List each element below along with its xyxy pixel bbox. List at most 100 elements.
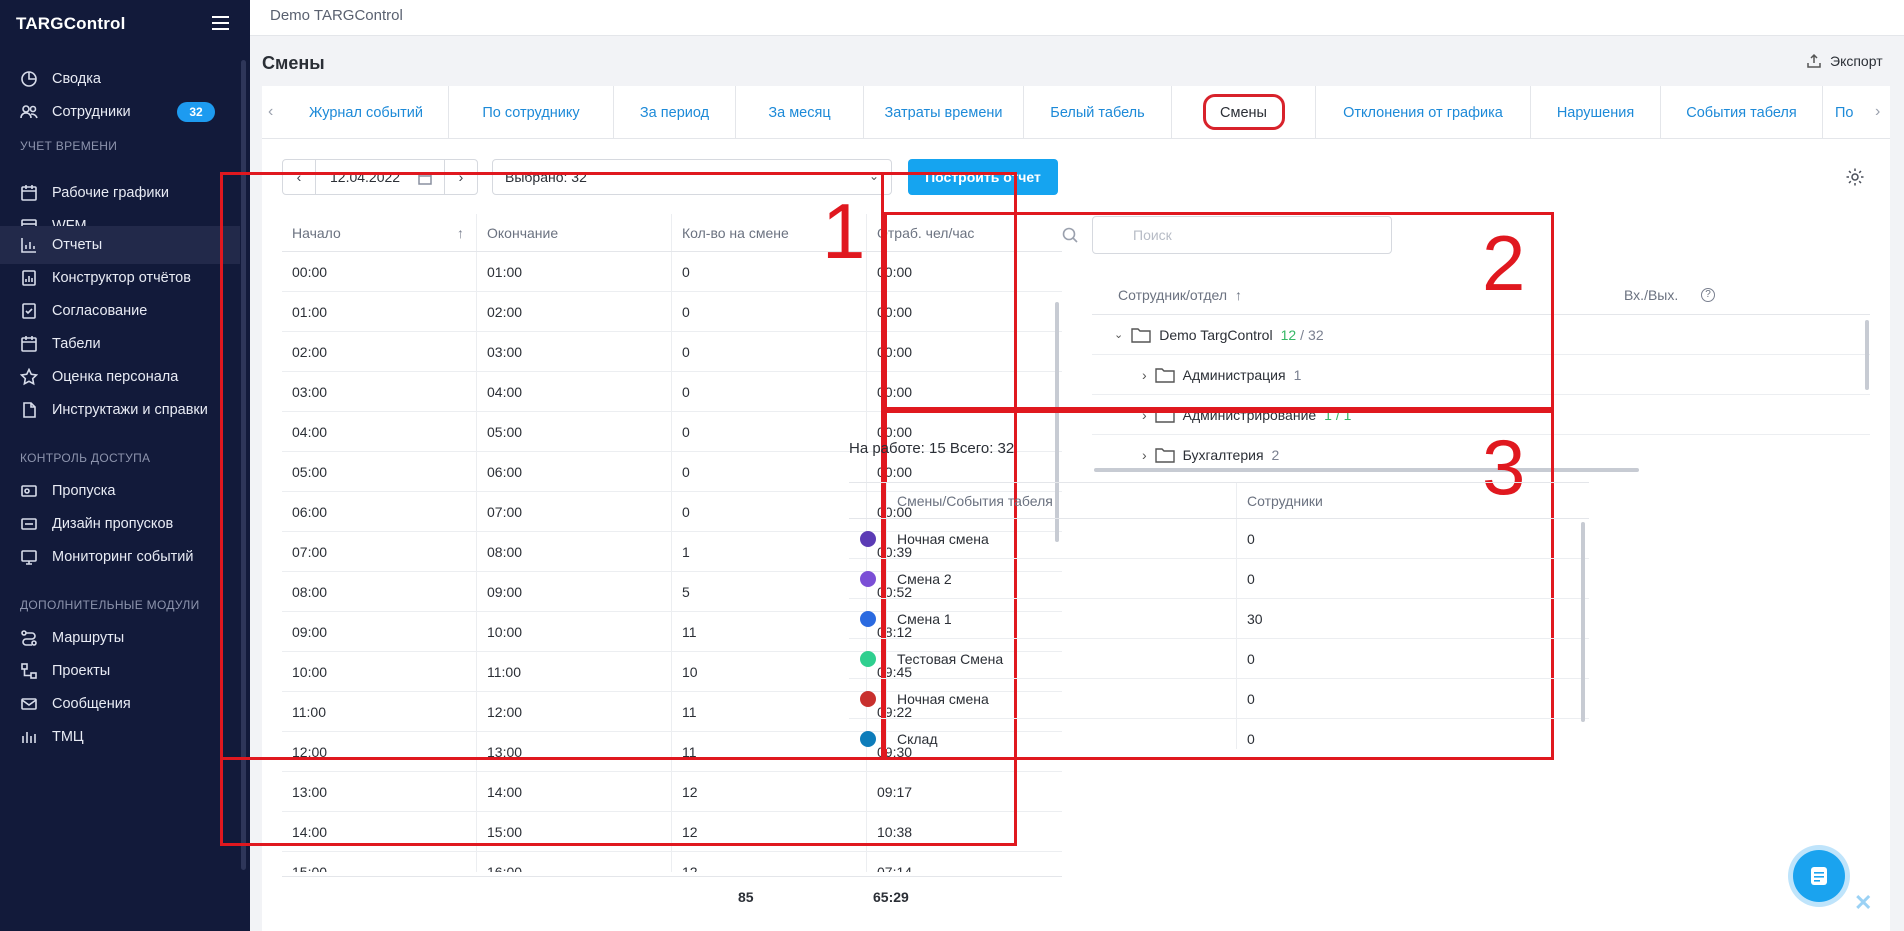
dashboard-icon xyxy=(20,70,38,88)
brand-logo[interactable]: TARGControl xyxy=(16,14,126,34)
sidebar-item-label: Конструктор отчётов xyxy=(52,270,191,286)
annotation-label-1: 1 xyxy=(822,187,866,275)
export-button[interactable]: Экспорт xyxy=(1806,53,1883,69)
monitoring-icon xyxy=(20,548,38,566)
sidebar-item-label: Проекты xyxy=(52,663,111,679)
table-row[interactable]: 15:00 16:00 12 07:14 xyxy=(282,852,1062,872)
table-row[interactable]: Смена 2 0 xyxy=(849,559,1589,599)
sidebar-item-briefings[interactable]: Инструктажи и справки xyxy=(0,391,240,429)
shift-employees: 0 xyxy=(1247,530,1255,547)
topbar: Demo TARGControl xyxy=(250,0,1904,36)
sidebar-item-label: Отчеты xyxy=(52,237,103,253)
shift-employees: 0 xyxy=(1247,730,1255,747)
timesheet-icon xyxy=(20,335,38,353)
annotation-box-1 xyxy=(220,172,884,760)
help-icon[interactable]: ? xyxy=(1701,287,1715,302)
sidebar-item-monitoring[interactable]: Мониторинг событий xyxy=(0,538,240,576)
sidebar-item-label: Сообщения xyxy=(52,696,131,712)
sidebar-item-label: Оценка персонала xyxy=(52,369,179,385)
shift-name: Смена 2 xyxy=(887,559,1237,598)
sidebar-item-label: Дизайн пропусков xyxy=(52,516,174,532)
table-row[interactable]: Тестовая Смена 0 xyxy=(849,639,1589,679)
shift-color-dot xyxy=(859,650,876,667)
annotation-label-2: 2 xyxy=(1482,219,1526,307)
shift-employees: 30 xyxy=(1247,610,1263,627)
color-cell xyxy=(849,679,887,718)
export-label: Экспорт xyxy=(1830,53,1883,69)
tab-timesheet-events[interactable]: События табеля xyxy=(1661,86,1823,139)
active-tab-highlight xyxy=(1203,94,1285,130)
employees-count-badge: 32 xyxy=(177,102,215,122)
table-footer-totals: 85 65:29 xyxy=(282,876,1062,916)
menu-toggle-icon[interactable] xyxy=(212,16,229,30)
report-builder-icon xyxy=(20,269,38,287)
tab-period[interactable]: За период xyxy=(614,86,736,139)
inventory-icon xyxy=(20,728,38,746)
tab-month[interactable]: За месяц xyxy=(736,86,864,139)
total-count: 85 xyxy=(738,888,754,905)
color-cell xyxy=(849,639,887,678)
tab-more[interactable]: По xyxy=(1823,86,1867,139)
section-time-tracking: Учет времени xyxy=(20,139,118,153)
table-row[interactable]: Ночная смена 0 xyxy=(849,519,1589,559)
shift-color-dot xyxy=(859,570,876,587)
annotation-box-2 xyxy=(884,212,1554,410)
gear-icon[interactable] xyxy=(1845,167,1865,187)
shift-color-dot xyxy=(859,730,876,747)
tab-deviations[interactable]: Отклонения от графика xyxy=(1316,86,1531,139)
sidebar-item-inventory[interactable]: ТМЦ xyxy=(0,718,240,756)
approval-icon xyxy=(20,302,38,320)
sidebar-item-label: Инструктажи и справки xyxy=(52,402,208,418)
shift-name: Склад xyxy=(887,719,1237,749)
shift-color-dot xyxy=(859,530,876,547)
tab-violations[interactable]: Нарушения xyxy=(1531,86,1661,139)
col-shift-name[interactable]: Смены/События табеля xyxy=(887,483,1237,518)
table-row[interactable]: Склад 0 xyxy=(849,719,1589,749)
section-access-control: Контроль доступа xyxy=(20,451,151,465)
tab-time-costs[interactable]: Затраты времени xyxy=(864,86,1024,139)
total-hours: 65:29 xyxy=(873,888,909,905)
sidebar-item-label: Сотрудники xyxy=(52,104,131,120)
pass-design-icon xyxy=(20,515,38,533)
close-icon[interactable]: ✕ xyxy=(1854,890,1872,916)
col-employees[interactable]: Сотрудники xyxy=(1237,483,1323,518)
document-icon xyxy=(20,401,38,419)
tab-white-timesheet[interactable]: Белый табель xyxy=(1024,86,1172,139)
page-title: Смены xyxy=(262,53,325,73)
projects-icon xyxy=(20,662,38,680)
tree-col-inout[interactable]: Вх./Вых. xyxy=(1624,287,1678,303)
shift-color-dot xyxy=(859,610,876,627)
chat-icon xyxy=(1811,867,1827,885)
sidebar-item-label: Рабочие графики xyxy=(52,185,169,201)
shift-name: Ночная смена xyxy=(887,519,1237,558)
export-icon xyxy=(1807,53,1821,68)
sidebar-item-label: Пропуска xyxy=(52,483,116,499)
table-row[interactable]: Смена 1 30 xyxy=(849,599,1589,639)
sidebar-item-label: Табели xyxy=(52,336,101,352)
tab-event-log[interactable]: Журнал событий xyxy=(284,86,449,139)
users-icon xyxy=(20,103,38,121)
sidebar-item-label: ТМЦ xyxy=(52,729,84,745)
color-cell xyxy=(849,599,887,638)
table-body: Ночная смена 0 Смена 2 0 Смена 1 30 Тестовая С… xyxy=(849,519,1589,749)
tabs-scroll-right-icon[interactable]: › xyxy=(1875,103,1880,121)
table-row[interactable]: Ночная смена 0 xyxy=(849,679,1589,719)
color-cell xyxy=(849,519,887,558)
workspace-title: Demo TARGControl xyxy=(270,7,403,24)
shift-employees: 0 xyxy=(1247,650,1255,667)
route-icon xyxy=(20,629,38,647)
shift-name: Ночная смена xyxy=(887,679,1237,718)
color-cell xyxy=(849,559,887,598)
sidebar: TARGControl Сводка Сотрудники 32 Учет вр… xyxy=(0,0,250,931)
sidebar-item-employees[interactable]: Сотрудники 32 xyxy=(0,93,240,131)
tab-by-employee[interactable]: По сотруднику xyxy=(449,86,614,139)
table-cell: 15:00 xyxy=(282,852,477,872)
events-scrollbar[interactable] xyxy=(1581,522,1585,722)
table-cell: 16:00 xyxy=(477,852,672,872)
tabs-scroll-left-icon[interactable]: ‹ xyxy=(268,103,273,121)
summary-text: На работе: 15 Всего: 32 xyxy=(849,440,1015,457)
table-cell: 12 xyxy=(672,852,867,872)
shift-events-table: Смены/События табеля Сотрудники Ночная с… xyxy=(849,482,1589,749)
tree-scrollbar[interactable] xyxy=(1865,320,1869,390)
chat-button[interactable] xyxy=(1788,845,1850,907)
